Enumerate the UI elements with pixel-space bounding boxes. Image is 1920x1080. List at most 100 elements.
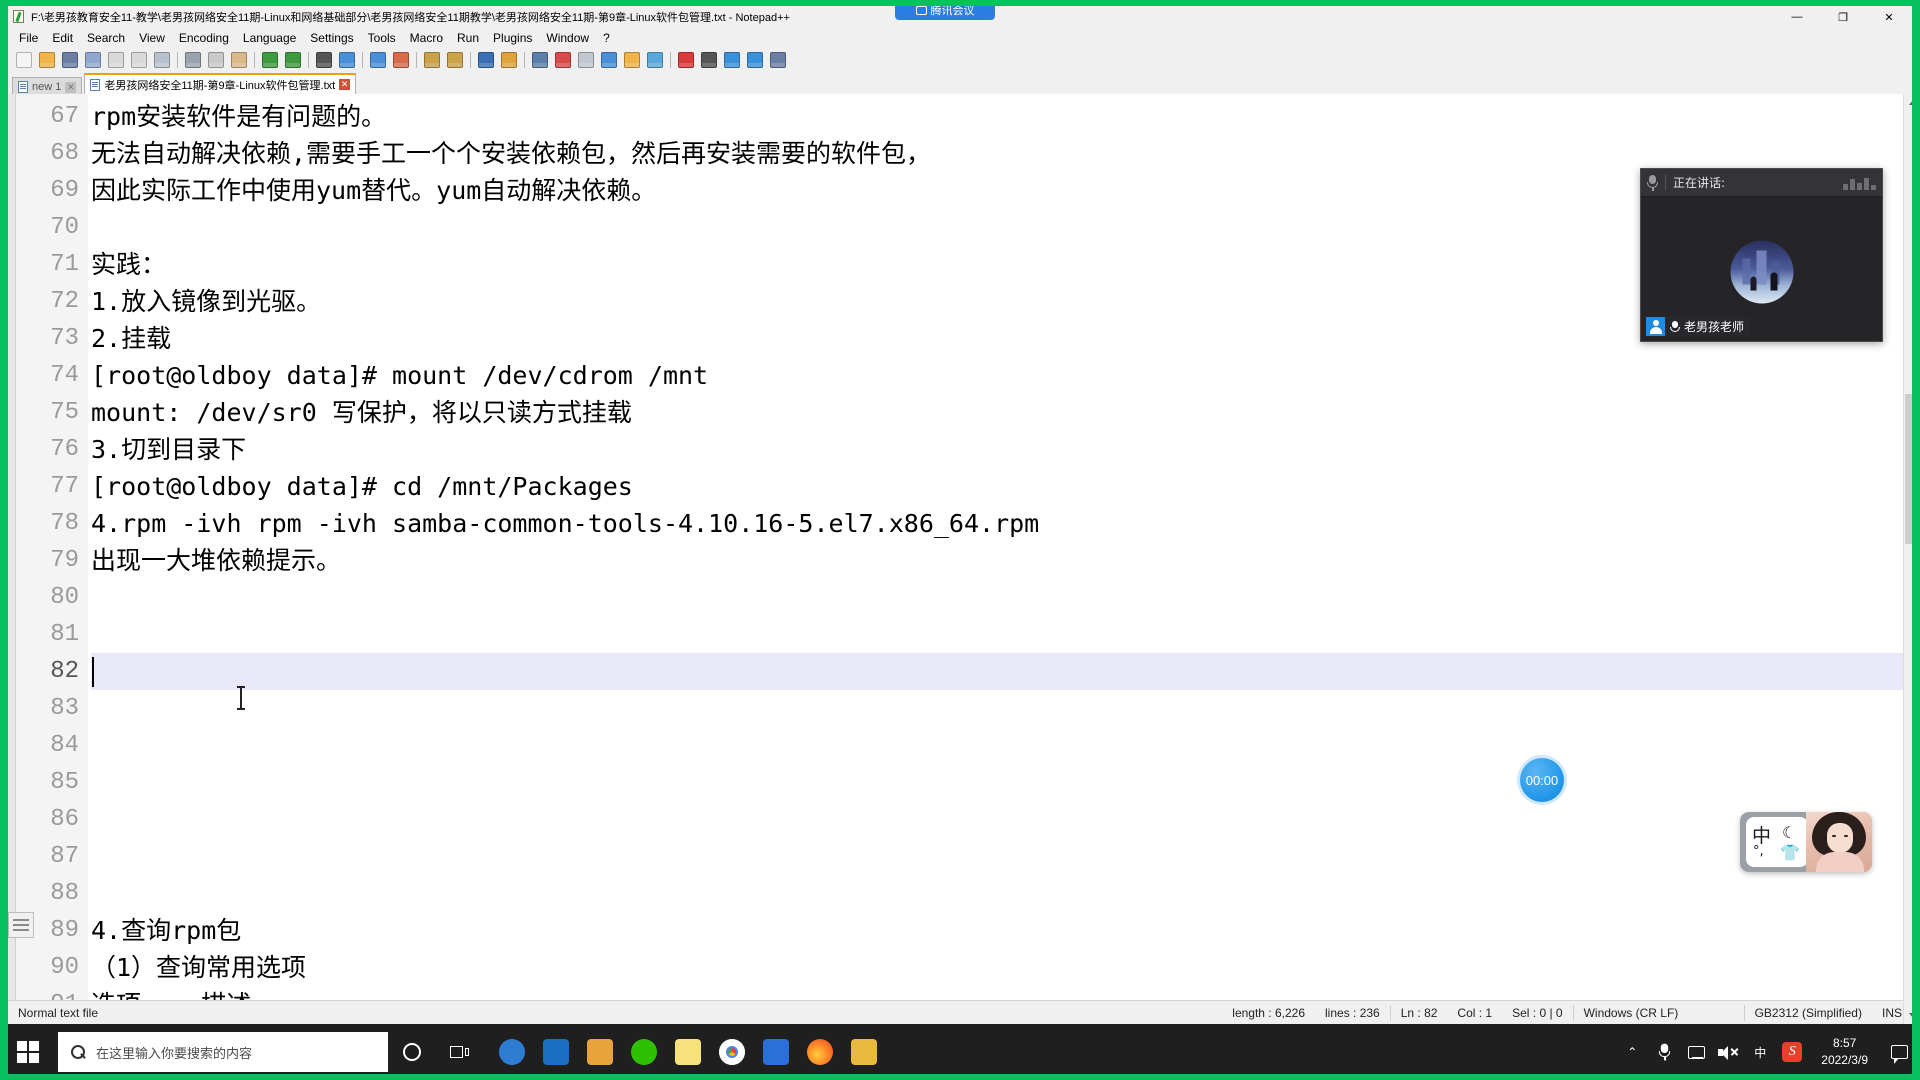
toolbar-document-map[interactable] <box>575 49 597 71</box>
code-line[interactable]: （1）查询常用选项 <box>91 949 1912 986</box>
close-button[interactable]: ✕ <box>1866 6 1912 28</box>
start-button[interactable] <box>0 1024 56 1080</box>
tray-expand-button[interactable]: ⌃ <box>1617 1024 1647 1080</box>
code-line[interactable]: mount: /dev/sr0 写保护，将以只读方式挂载 <box>91 394 1912 431</box>
ime-skin-icon[interactable]: 👕 <box>1780 843 1800 862</box>
toolbar-user-define-dialog[interactable] <box>552 49 574 71</box>
toolbar-macro-record[interactable] <box>675 49 697 71</box>
code-line[interactable]: 3.切到目录下 <box>91 431 1912 468</box>
taskbar-clock[interactable]: 8:57 2022/3/9 <box>1809 1024 1880 1080</box>
code-line[interactable] <box>91 616 1912 653</box>
menu-language[interactable]: Language <box>236 29 303 47</box>
tray-ime-mode[interactable]: 中 <box>1745 1024 1775 1080</box>
cortana-button[interactable] <box>388 1024 436 1080</box>
toolbar-sync-horizontal[interactable] <box>444 49 466 71</box>
tab-close-icon[interactable]: ✕ <box>339 79 351 90</box>
taskbar-wechat[interactable] <box>622 1024 666 1080</box>
sogou-ime-floating-bar[interactable]: 中 ☾ °, 👕 <box>1740 812 1872 872</box>
toolbar-close-file[interactable] <box>105 49 127 71</box>
code-line[interactable] <box>91 875 1912 912</box>
taskbar-explorer[interactable] <box>578 1024 622 1080</box>
toolbar-find[interactable] <box>313 49 335 71</box>
code-line[interactable] <box>91 838 1912 875</box>
toolbar-macro-playmulti[interactable] <box>744 49 766 71</box>
tray-network[interactable] <box>1681 1024 1711 1080</box>
menu-search[interactable]: Search <box>80 29 132 47</box>
tray-volume[interactable] <box>1713 1024 1743 1080</box>
taskbar-folder[interactable] <box>842 1024 886 1080</box>
toolbar-replace[interactable] <box>336 49 358 71</box>
code-line[interactable]: 实践： <box>91 246 1912 283</box>
toolbar-save-all[interactable] <box>82 49 104 71</box>
code-line[interactable] <box>91 653 1912 690</box>
toolbar-show-all-chars[interactable] <box>498 49 520 71</box>
toolbar-save[interactable] <box>59 49 81 71</box>
toolbar-redo[interactable] <box>282 49 304 71</box>
taskbar-tencent-meeting[interactable] <box>754 1024 798 1080</box>
tray-microphone[interactable] <box>1649 1024 1679 1080</box>
menu-file[interactable]: File <box>12 29 45 47</box>
code-line[interactable]: 因此实际工作中使用yum替代。yum自动解决依赖。 <box>91 172 1912 209</box>
toolbar-folder-as-workspace[interactable] <box>621 49 643 71</box>
menu-encoding[interactable]: Encoding <box>172 29 236 47</box>
code-line[interactable] <box>91 579 1912 616</box>
code-line[interactable]: rpm安装软件是有问题的。 <box>91 98 1912 135</box>
menu-view[interactable]: View <box>132 29 172 47</box>
toolbar-new-file[interactable] <box>13 49 35 71</box>
toolbar-open-file[interactable] <box>36 49 58 71</box>
meeting-video-panel[interactable]: 正在讲话: 老男孩老师 <box>1640 168 1883 342</box>
menu-macro[interactable]: Macro <box>403 29 450 47</box>
toolbar-zoom-out[interactable] <box>390 49 412 71</box>
menu-edit[interactable]: Edit <box>45 29 80 47</box>
toolbar-zoom-in[interactable] <box>367 49 389 71</box>
taskbar-firefox[interactable] <box>798 1024 842 1080</box>
toolbar-macro-save[interactable] <box>767 49 789 71</box>
code-line[interactable] <box>91 727 1912 764</box>
toolbar-indent-guide[interactable] <box>529 49 551 71</box>
taskbar-notepadpp[interactable] <box>666 1024 710 1080</box>
toolbar-copy[interactable] <box>205 49 227 71</box>
code-line[interactable]: 2.挂载 <box>91 320 1912 357</box>
maximize-button[interactable]: ❐ <box>1820 6 1866 28</box>
toolbar-macro-stop[interactable] <box>698 49 720 71</box>
code-line[interactable] <box>91 209 1912 246</box>
taskbar-search-box[interactable]: 在这里输入你要搜索的内容 <box>58 1032 388 1072</box>
code-line[interactable]: 4.rpm -ivh rpm -ivh samba-common-tools-4… <box>91 505 1912 542</box>
ime-night-mode-icon[interactable]: ☾ <box>1782 823 1796 842</box>
code-line[interactable]: 4.查询rpm包 <box>91 912 1912 949</box>
taskbar-store[interactable] <box>534 1024 578 1080</box>
toolbar-cut[interactable] <box>182 49 204 71</box>
toolbar-paste[interactable] <box>228 49 250 71</box>
code-line[interactable] <box>91 690 1912 727</box>
toolbar-undo[interactable] <box>259 49 281 71</box>
code-line[interactable]: [root@oldboy data]# mount /dev/cdrom /mn… <box>91 357 1912 394</box>
code-line[interactable] <box>91 764 1912 801</box>
meeting-timer-bubble[interactable]: 00:00 <box>1520 758 1564 802</box>
toolbar-macro-play[interactable] <box>721 49 743 71</box>
menu-plugins[interactable]: Plugins <box>486 29 539 47</box>
code-line[interactable] <box>91 801 1912 838</box>
text-content[interactable]: rpm安装软件是有问题的。 无法自动解决依赖,需要手工一个个安装依赖包，然后再安装… <box>88 94 1912 1024</box>
tray-sogou-ime[interactable]: S <box>1777 1024 1807 1080</box>
menu-run[interactable]: Run <box>450 29 486 47</box>
tab-active-document[interactable]: 老男孩网络安全11期-第9章-Linux软件包管理.txt ✕ <box>84 73 357 94</box>
editor-area[interactable]: 67 68 69 70 71 72 73 74 75 76 77 78 79 80 81 82 83 84 85 86… <box>8 94 1912 1024</box>
minimize-button[interactable]: — <box>1774 6 1820 28</box>
menu-help[interactable]: ? <box>596 29 617 47</box>
toolbar-print[interactable] <box>151 49 173 71</box>
toolbar-close-all[interactable] <box>128 49 150 71</box>
toolbar-sync-vertical[interactable] <box>421 49 443 71</box>
toolbar-word-wrap[interactable] <box>475 49 497 71</box>
notification-center-button[interactable] <box>1882 1024 1916 1080</box>
meeting-video-tile[interactable]: 老男孩老师 <box>1641 197 1882 341</box>
toolbar-monitoring[interactable] <box>644 49 666 71</box>
code-line[interactable]: [root@oldboy data]# cd /mnt/Packages <box>91 468 1912 505</box>
code-line[interactable]: 无法自动解决依赖,需要手工一个个安装依赖包，然后再安装需要的软件包， <box>91 135 1912 172</box>
taskbar-chrome[interactable] <box>710 1024 754 1080</box>
code-line[interactable]: 1.放入镜像到光驱。 <box>91 283 1912 320</box>
tab-close-icon[interactable]: ✕ <box>65 81 77 93</box>
document-fold-toggle[interactable] <box>8 912 34 938</box>
toolbar-function-list[interactable] <box>598 49 620 71</box>
ime-punctuation-icon[interactable]: °, <box>1753 844 1764 859</box>
ime-key-panel[interactable]: 中 ☾ °, 👕 <box>1746 817 1808 867</box>
